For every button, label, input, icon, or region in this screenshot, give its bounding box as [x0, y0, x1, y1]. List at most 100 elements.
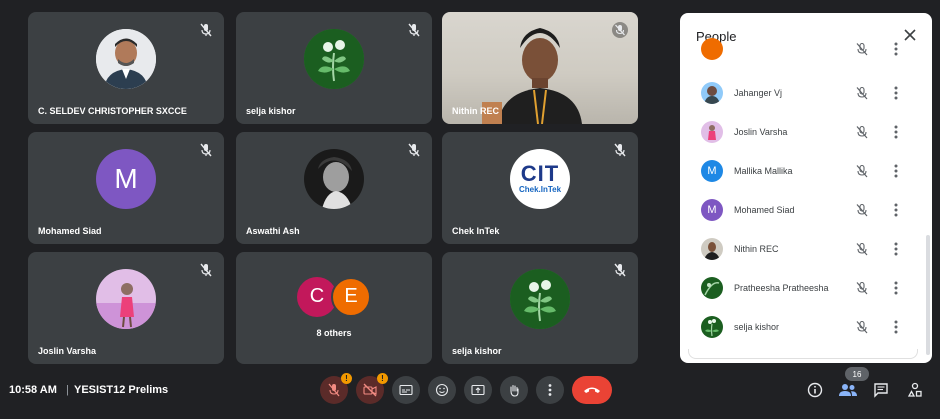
more-options-icon[interactable] [892, 202, 900, 218]
camera-toggle-button[interactable]: ! [356, 373, 388, 404]
participant-name: Aswathi Ash [246, 226, 300, 236]
people-panel: People Jahanger Vj Joslin Varsha M Malli… [680, 13, 932, 363]
hand-icon [510, 384, 519, 397]
present-screen-button[interactable] [464, 376, 492, 404]
current-time: 10:58 AM [9, 384, 57, 396]
separator: | [66, 384, 69, 396]
panel-scrollbar[interactable] [926, 235, 930, 355]
participant-row[interactable]: Jahanger Vj [680, 75, 932, 111]
avatar [510, 269, 570, 330]
participant-name: Pratheesha Pratheesha [734, 283, 829, 293]
logo-subtext: Chek.InTek [518, 185, 562, 195]
reactions-button[interactable] [428, 376, 456, 404]
mic-off-icon [856, 242, 868, 256]
mic-off-icon [408, 23, 420, 37]
more-options-icon[interactable] [892, 124, 900, 140]
avatar [96, 269, 156, 330]
logo-text: CIT [520, 161, 560, 187]
participant-tile[interactable]: Joslin Varsha [28, 252, 224, 364]
avatar [96, 29, 156, 90]
avatar [701, 277, 723, 299]
people-button[interactable] [838, 380, 858, 400]
leave-call-button[interactable] [572, 376, 612, 404]
avatar: M [701, 160, 723, 182]
warning-icon: ! [341, 373, 352, 384]
present-icon [471, 384, 485, 396]
participant-row[interactable]: M Mallika Mallika [680, 153, 932, 189]
participant-tile[interactable]: selja kishor [236, 12, 432, 124]
avatar [701, 316, 723, 338]
list-frame [688, 349, 918, 359]
participant-row[interactable]: selja kishor [680, 309, 932, 345]
others-tile[interactable]: C E 8 others [236, 252, 432, 364]
avatar [701, 38, 723, 60]
more-options-icon[interactable] [892, 85, 900, 101]
mic-toggle-button[interactable]: ! [320, 373, 352, 404]
avatar [304, 149, 364, 210]
activities-button[interactable] [905, 380, 925, 400]
bottom-bar: 10:58 AM | YESIST12 Prelims ! ! [0, 366, 940, 419]
mic-off-icon [856, 281, 868, 295]
participant-name: C. SELDEV CHRISTOPHER SXCCE [38, 106, 187, 116]
participant-tile[interactable]: CIT Chek.InTek Chek InTek [442, 132, 638, 244]
participant-row[interactable] [680, 31, 932, 67]
mic-off-icon [856, 203, 868, 217]
more-options-icon[interactable] [892, 41, 900, 57]
more-options-button[interactable] [536, 376, 564, 404]
activities-icon [907, 382, 922, 397]
participant-row[interactable]: Pratheesha Pratheesha [680, 270, 932, 306]
mic-off-icon [856, 164, 868, 178]
avatar [701, 238, 723, 260]
emoji-icon [435, 383, 449, 397]
avatar [701, 82, 723, 104]
video-grid: C. SELDEV CHRISTOPHER SXCCE selja kishor [28, 12, 640, 364]
mic-off-icon [614, 143, 626, 157]
captions-button[interactable] [392, 376, 420, 404]
mic-off-icon [856, 86, 868, 100]
more-vert-icon [548, 384, 552, 396]
participant-tile[interactable]: C. SELDEV CHRISTOPHER SXCCE [28, 12, 224, 124]
info-icon [807, 382, 823, 398]
participant-name: selja kishor [734, 322, 780, 332]
others-count-label: 8 others [316, 328, 352, 338]
phone-hangup-icon [584, 387, 600, 393]
mic-off-icon [612, 22, 628, 38]
participant-row[interactable]: Joslin Varsha [680, 114, 932, 150]
participant-count-badge: 16 [845, 367, 869, 381]
avatar: E [331, 276, 371, 317]
participant-list: Jahanger Vj Joslin Varsha M Mallika Mall… [680, 38, 932, 363]
people-icon [839, 384, 857, 396]
raise-hand-button[interactable] [500, 376, 528, 404]
mic-off-icon [614, 263, 626, 277]
avatar-logo: CIT Chek.InTek [510, 149, 570, 210]
mic-off-icon [200, 143, 212, 157]
camera-off-icon [363, 383, 377, 397]
participant-name: Mohamed Siad [734, 205, 795, 215]
others-avatars: C E [297, 276, 371, 317]
participant-name: selja kishor [246, 106, 296, 116]
mic-off-icon [328, 383, 340, 397]
participant-name: Mohamed Siad [38, 226, 102, 236]
participant-name: Nithin REC [734, 244, 779, 254]
participant-video-tile[interactable]: Nithin REC [442, 12, 638, 124]
more-options-icon[interactable] [892, 319, 900, 335]
more-options-icon[interactable] [892, 280, 900, 296]
more-options-icon[interactable] [892, 241, 900, 257]
captions-icon [399, 384, 413, 396]
participant-tile[interactable]: M Mohamed Siad [28, 132, 224, 244]
mic-off-icon [856, 125, 868, 139]
more-options-icon[interactable] [892, 163, 900, 179]
chat-button[interactable] [871, 380, 891, 400]
meeting-name: YESIST12 Prelims [74, 384, 169, 396]
warning-icon: ! [377, 373, 388, 384]
mic-off-icon [200, 23, 212, 37]
avatar [701, 121, 723, 143]
participant-tile[interactable]: selja kishor [442, 252, 638, 364]
meeting-details-button[interactable] [805, 380, 825, 400]
participant-name: Mallika Mallika [734, 166, 793, 176]
participant-row[interactable]: M Mohamed Siad [680, 192, 932, 228]
participant-tile[interactable]: Aswathi Ash [236, 132, 432, 244]
participant-row[interactable]: Nithin REC [680, 231, 932, 267]
participant-name: Nithin REC [452, 106, 499, 116]
participant-name: Chek InTek [452, 226, 500, 236]
